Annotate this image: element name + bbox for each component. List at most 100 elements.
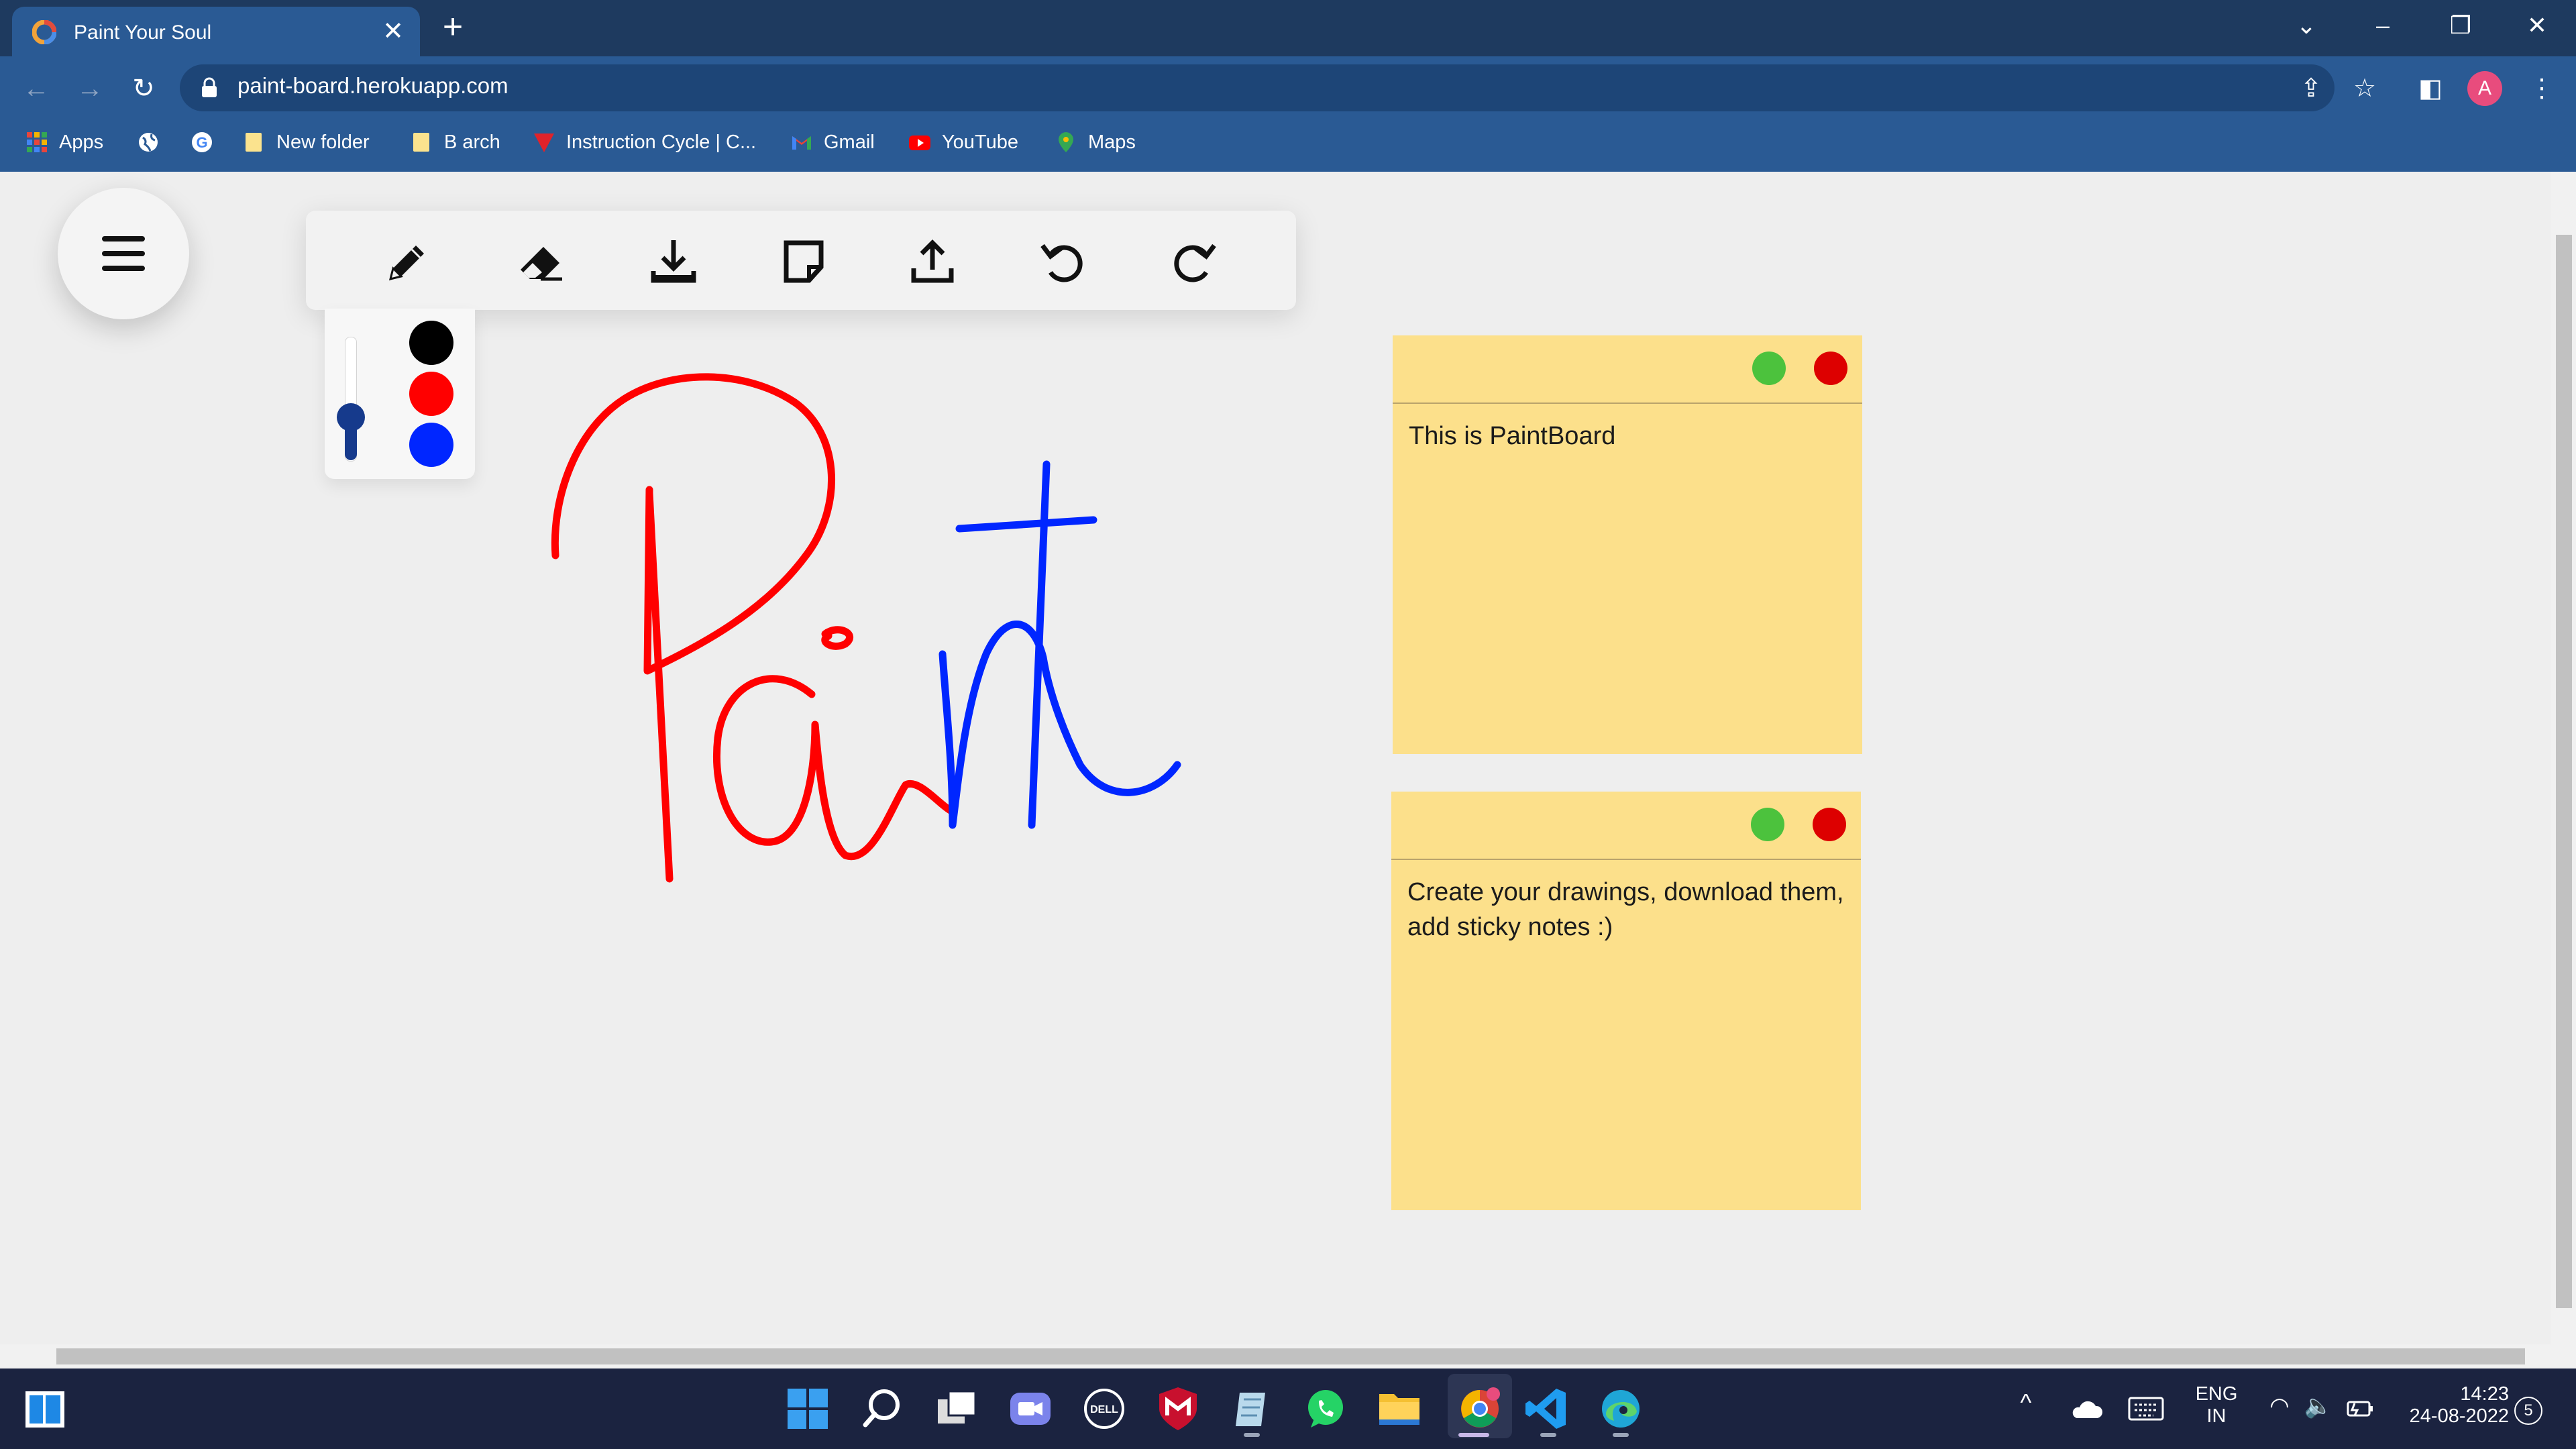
bookmark-apps[interactable]: Apps xyxy=(25,127,103,157)
clock-time: 14:23 xyxy=(2460,1383,2509,1405)
vertical-scrollbar-thumb[interactable] xyxy=(2556,235,2572,1308)
menu-button[interactable] xyxy=(58,188,189,319)
bookmark-maps[interactable]: Maps xyxy=(1055,127,1136,157)
edge-icon[interactable] xyxy=(1597,1385,1645,1433)
color-swatch-blue[interactable] xyxy=(409,423,453,467)
bookmark-label: Apps xyxy=(59,131,104,153)
active-indicator xyxy=(1458,1433,1489,1437)
pencil-icon[interactable] xyxy=(381,235,435,288)
sticky-note[interactable]: Create your drawings, download them, add… xyxy=(1391,792,1861,1210)
bookmark-gmail[interactable]: Gmail xyxy=(790,127,875,157)
mcafee-icon[interactable] xyxy=(1154,1385,1202,1433)
download-icon[interactable] xyxy=(647,235,700,288)
bookmark-instruction-cycle[interactable]: Instruction Cycle | C... xyxy=(533,127,756,157)
bookmark-label: New folder xyxy=(276,131,370,153)
tab-search-chevron-icon[interactable]: ⌄ xyxy=(2279,5,2333,46)
keyboard-icon[interactable] xyxy=(2128,1397,2164,1421)
delete-note-button[interactable] xyxy=(1813,808,1846,841)
bookmark-label: Instruction Cycle | C... xyxy=(566,131,757,153)
hamburger-icon xyxy=(102,236,145,271)
language-indicator[interactable]: ENG IN xyxy=(2183,1383,2250,1428)
youtube-icon xyxy=(909,136,930,150)
folder-icon xyxy=(246,133,262,152)
profile-avatar[interactable]: A xyxy=(2467,71,2502,106)
google-icon: G xyxy=(192,132,212,152)
browser-tab[interactable]: Paint Your Soul ✕ xyxy=(12,7,420,56)
reload-icon[interactable]: ↻ xyxy=(125,70,162,107)
bookmark-label: YouTube xyxy=(942,131,1018,153)
horizontal-scrollbar-thumb[interactable] xyxy=(56,1348,2525,1364)
sticky-note-icon[interactable] xyxy=(777,235,830,288)
sticky-note-header[interactable] xyxy=(1393,335,1862,404)
vscode-icon[interactable] xyxy=(1523,1385,1571,1433)
forward-arrow-icon[interactable]: → xyxy=(71,70,109,107)
close-window-button[interactable]: ✕ xyxy=(2510,5,2564,46)
file-explorer-icon[interactable] xyxy=(1375,1385,1424,1433)
region-code: IN xyxy=(2206,1405,2226,1427)
undo-icon[interactable] xyxy=(1036,235,1089,288)
show-hidden-icons-chevron-icon[interactable]: ^ xyxy=(2010,1389,2042,1417)
running-indicator xyxy=(1540,1433,1556,1437)
delete-note-button[interactable] xyxy=(1814,352,1847,385)
volume-icon[interactable]: 🔈 xyxy=(2302,1393,2334,1419)
bookmark-youtube[interactable]: YouTube xyxy=(908,127,1018,157)
teams-chat-icon[interactable] xyxy=(1006,1385,1055,1433)
sticky-note-text[interactable]: This is PaintBoard xyxy=(1409,419,1846,453)
redo-icon[interactable] xyxy=(1167,235,1221,288)
share-icon[interactable]: ⇪ xyxy=(2293,70,2329,107)
restore-window-button[interactable]: ❐ xyxy=(2434,5,2487,46)
url-text[interactable]: paint-board.herokuapp.com xyxy=(237,73,508,99)
minimize-note-button[interactable] xyxy=(1751,808,1784,841)
windows-start-icon[interactable] xyxy=(784,1385,832,1433)
folder-icon xyxy=(413,133,429,152)
whatsapp-icon[interactable] xyxy=(1301,1385,1350,1433)
bookmark-google[interactable]: G xyxy=(191,127,224,157)
blue-stroke-t xyxy=(955,460,1097,829)
bookmark-label: Gmail xyxy=(824,131,875,153)
chrome-icon[interactable] xyxy=(1456,1385,1504,1433)
browser-menu-icon[interactable]: ⋮ xyxy=(2524,70,2560,107)
sticky-note-header[interactable] xyxy=(1391,792,1861,860)
apps-grid-icon xyxy=(27,132,47,152)
color-swatch-black[interactable] xyxy=(409,321,453,365)
close-tab-icon[interactable]: ✕ xyxy=(378,16,408,46)
notification-badge[interactable]: 5 xyxy=(2514,1397,2542,1425)
clock-date: 24-08-2022 xyxy=(2409,1405,2509,1427)
bookmark-new-folder[interactable]: New folder xyxy=(243,127,370,157)
brush-size-handle[interactable] xyxy=(337,402,365,431)
show-desktop-icon[interactable] xyxy=(23,1387,67,1432)
triangle-logo-icon xyxy=(534,133,554,152)
battery-icon[interactable] xyxy=(2345,1397,2375,1421)
minimize-note-button[interactable] xyxy=(1752,352,1786,385)
upload-icon[interactable] xyxy=(906,235,959,288)
eraser-icon[interactable] xyxy=(514,235,568,288)
red-stroke-P xyxy=(551,373,836,883)
blue-stroke-n xyxy=(938,621,1181,829)
bookmark-star-icon[interactable]: ☆ xyxy=(2347,70,2383,107)
sticky-note-text[interactable]: Create your drawings, download them, add… xyxy=(1407,875,1845,945)
minimize-window-button[interactable]: – xyxy=(2356,5,2410,46)
search-icon[interactable] xyxy=(859,1385,907,1433)
bookmarks-bar xyxy=(0,117,2576,172)
tab-title: Paint Your Soul xyxy=(74,21,212,44)
running-indicator xyxy=(1613,1433,1629,1437)
maps-pin-icon xyxy=(1059,132,1073,152)
sticky-note[interactable]: This is PaintBoard xyxy=(1393,335,1862,754)
side-panel-icon[interactable]: ◧ xyxy=(2412,70,2449,107)
bookmark-b-arch[interactable]: B arch xyxy=(411,127,500,157)
onedrive-cloud-icon[interactable] xyxy=(2070,1395,2104,1422)
language-code: ENG xyxy=(2195,1383,2238,1405)
bookmark-globe[interactable] xyxy=(137,127,170,157)
red-stroke-a xyxy=(713,626,957,861)
task-view-icon[interactable] xyxy=(932,1385,981,1433)
dell-icon[interactable]: DELL xyxy=(1080,1385,1128,1433)
new-tab-button[interactable]: + xyxy=(435,7,471,47)
color-swatch-red[interactable] xyxy=(409,372,453,416)
color-palette xyxy=(325,309,475,479)
notes-app-icon[interactable] xyxy=(1228,1385,1276,1433)
clock[interactable]: 14:23 24-08-2022 xyxy=(2388,1383,2509,1428)
lock-icon[interactable] xyxy=(200,76,219,99)
wifi-icon[interactable]: ◠ xyxy=(2263,1393,2296,1419)
svg-text:G: G xyxy=(196,134,207,151)
back-arrow-icon[interactable]: ← xyxy=(17,70,55,107)
